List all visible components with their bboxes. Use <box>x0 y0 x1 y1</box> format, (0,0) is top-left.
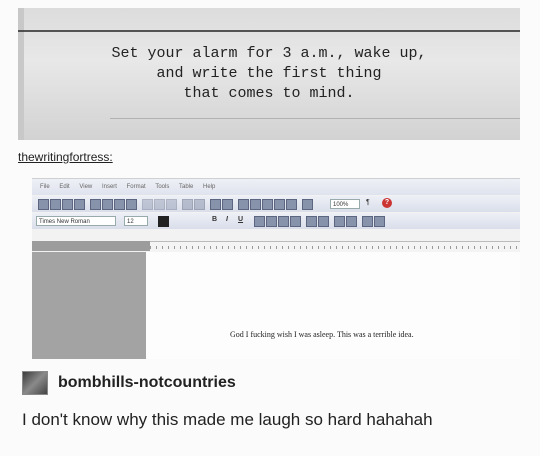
bold-button[interactable]: B <box>212 216 217 223</box>
pilcrow-icon[interactable]: ¶ <box>366 199 375 208</box>
open-folder-icon[interactable] <box>50 199 61 210</box>
left-gray-area <box>32 252 146 359</box>
menu-table[interactable]: Table <box>179 184 193 190</box>
prompt-photo: Set your alarm for 3 a.m., wake up, and … <box>18 8 520 140</box>
menu-edit[interactable]: Edit <box>59 184 69 190</box>
menu-file[interactable]: File <box>40 184 50 190</box>
redo-icon[interactable] <box>194 199 205 210</box>
save-icon[interactable] <box>62 199 73 210</box>
spellcheck-icon[interactable] <box>114 199 125 210</box>
increase-indent-icon[interactable] <box>346 216 357 227</box>
insert-excel-icon[interactable] <box>250 199 261 210</box>
new-document-icon[interactable] <box>38 199 49 210</box>
show-hide-icon[interactable] <box>302 199 313 210</box>
tables-borders-icon[interactable] <box>222 199 233 210</box>
align-center-icon[interactable] <box>266 216 277 227</box>
numbering-icon[interactable] <box>306 216 317 227</box>
photo-faint-rule <box>110 118 520 119</box>
align-left-icon[interactable] <box>254 216 265 227</box>
email-icon[interactable] <box>74 199 85 210</box>
quote-line: and write the first thing <box>156 65 382 82</box>
columns-icon[interactable] <box>262 199 273 210</box>
paste-icon[interactable] <box>166 199 177 210</box>
italic-button[interactable]: I <box>226 216 228 223</box>
menu-help[interactable]: Help <box>203 184 215 190</box>
highlight-icon[interactable] <box>374 216 385 227</box>
reblog-header: bombhills-notcountries <box>22 371 236 395</box>
undo-icon[interactable] <box>182 199 193 210</box>
font-size-select[interactable]: 12 <box>124 216 148 226</box>
document-page[interactable]: God I fucking wish I was asleep. This wa… <box>146 252 520 359</box>
menu-view[interactable]: View <box>79 184 92 190</box>
word-processor-screenshot: File Edit View Insert Format Tools Table… <box>32 178 520 359</box>
standard-toolbar: 100% ¶ ? <box>32 196 520 212</box>
photo-rule <box>18 30 520 32</box>
menu-tools[interactable]: Tools <box>155 184 169 190</box>
bullets-icon[interactable] <box>318 216 329 227</box>
reblog-username[interactable]: bombhills-notcountries <box>58 374 236 392</box>
decrease-indent-icon[interactable] <box>334 216 345 227</box>
quote-line: that comes to mind. <box>183 85 355 102</box>
document-text[interactable]: God I fucking wish I was asleep. This wa… <box>230 330 414 339</box>
underline-button[interactable]: U <box>238 216 243 223</box>
research-icon[interactable] <box>126 199 137 210</box>
cut-icon[interactable] <box>142 199 153 210</box>
zoom-select[interactable]: 100% <box>330 199 360 209</box>
formatting-toolbar: Times New Roman 12 B I U <box>32 213 520 229</box>
copy-icon[interactable] <box>154 199 165 210</box>
font-name-select[interactable]: Times New Roman <box>36 216 116 226</box>
prompt-quote: Set your alarm for 3 a.m., wake up, and … <box>18 44 520 104</box>
help-icon[interactable]: ? <box>382 198 392 208</box>
print-preview-icon[interactable] <box>102 199 113 210</box>
avatar[interactable] <box>22 371 48 395</box>
outside-border-icon[interactable] <box>362 216 373 227</box>
font-color-icon[interactable] <box>158 216 169 227</box>
hyperlink-icon[interactable] <box>210 199 221 210</box>
menu-insert[interactable]: Insert <box>102 184 117 190</box>
insert-table-icon[interactable] <box>238 199 249 210</box>
reblog-comment: I don't know why this made me laugh so h… <box>22 410 433 429</box>
print-icon[interactable] <box>90 199 101 210</box>
document-map-icon[interactable] <box>286 199 297 210</box>
justify-icon[interactable] <box>290 216 301 227</box>
ruler-margin <box>32 241 150 251</box>
quote-line: Set your alarm for 3 a.m., wake up, <box>111 45 427 62</box>
source-author-link[interactable]: thewritingfortress: <box>18 150 113 164</box>
drawing-icon[interactable] <box>274 199 285 210</box>
align-right-icon[interactable] <box>278 216 289 227</box>
menu-format[interactable]: Format <box>127 184 146 190</box>
menu-bar: File Edit View Insert Format Tools Table… <box>32 179 520 195</box>
